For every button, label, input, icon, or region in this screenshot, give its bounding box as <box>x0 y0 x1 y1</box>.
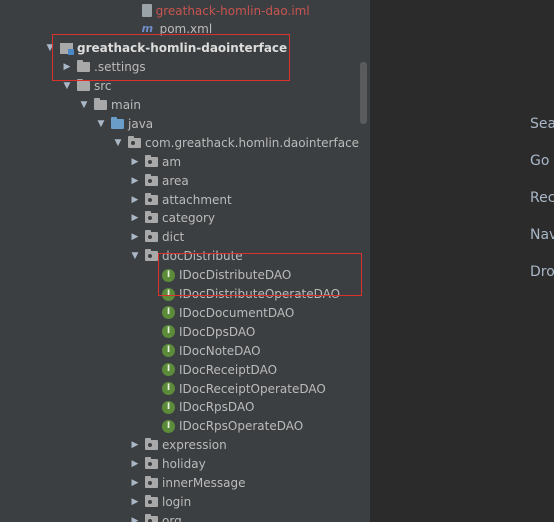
package-icon <box>145 192 158 205</box>
interface-icon: I <box>162 306 175 320</box>
collapse-arrow-icon[interactable]: ▶ <box>129 175 141 187</box>
editor-hint-item: Dro <box>530 264 554 280</box>
collapse-arrow-icon[interactable]: ▶ <box>129 156 141 168</box>
tree-row[interactable]: ▶ category <box>0 209 370 228</box>
tree-row-label: main <box>111 98 141 112</box>
highlight-box-module <box>52 34 290 81</box>
tree-row-label: dict <box>162 230 185 245</box>
tree-row-label: org <box>162 513 182 522</box>
tree-row[interactable]: I IDocDocumentDAO <box>0 303 370 322</box>
tree-row[interactable]: I IDocRpsDAO <box>0 398 370 417</box>
expand-arrow-icon[interactable]: ▼ <box>78 99 90 111</box>
package-icon <box>145 249 158 262</box>
tree-row-label: IDocRpsOperateDAO <box>179 419 304 434</box>
tree-scrollbar[interactable] <box>360 62 367 124</box>
expand-arrow-icon[interactable]: ▼ <box>112 137 124 149</box>
tree-row-label: innerMessage <box>162 476 246 490</box>
tree-row[interactable]: ▶ expression <box>0 436 370 455</box>
tree-row[interactable]: ▼ main <box>0 96 370 115</box>
interface-icon: I <box>162 400 175 414</box>
tree-row-label: expression <box>162 438 227 453</box>
tree-row[interactable]: ▶ org <box>0 511 370 522</box>
tree-row[interactable]: I IDocRpsOperateDAO <box>0 417 370 436</box>
tree-row[interactable]: ▶ area <box>0 171 370 190</box>
package-icon <box>145 494 158 507</box>
tree-row[interactable]: ▼ com.greathack.homlin.daointerface <box>0 133 370 152</box>
tree-row[interactable]: ▶ login <box>0 492 370 511</box>
package-icon <box>145 476 158 488</box>
tree-row[interactable]: I IDocReceiptOperateDAO <box>0 379 370 398</box>
tree-row-label: IDocReceiptOperateDAO <box>179 381 326 396</box>
collapse-arrow-icon[interactable]: ▶ <box>129 496 141 508</box>
package-icon <box>145 173 158 186</box>
package-icon <box>145 154 158 167</box>
tree-row[interactable]: I IDocNoteDAO <box>0 341 370 360</box>
highlight-box-docdistribute <box>158 253 362 296</box>
interface-icon: I <box>162 382 175 395</box>
interface-icon: I <box>162 325 175 339</box>
tree-row-label: IDocReceiptDAO <box>179 362 278 377</box>
tree-row-label: src <box>94 79 112 94</box>
collapse-arrow-icon[interactable]: ▶ <box>129 231 141 243</box>
collapse-arrow-icon[interactable]: ▶ <box>129 458 141 470</box>
tree-row-label: java <box>128 116 154 131</box>
tree-row[interactable]: ▼ java <box>0 114 370 133</box>
expand-arrow-icon[interactable]: ▼ <box>61 80 73 92</box>
interface-icon: I <box>162 419 175 433</box>
tree-row-label: area <box>162 173 189 188</box>
package-icon <box>145 211 158 224</box>
tree-row[interactable]: ▶ innerMessage <box>0 474 370 493</box>
tree-row[interactable]: I IDocReceiptDAO <box>0 360 370 379</box>
editor-hint-item: Nav <box>530 227 554 243</box>
tree-row-label: holiday <box>162 457 206 472</box>
tree-row[interactable]: ▶ holiday <box>0 455 370 474</box>
collapse-arrow-icon[interactable]: ▶ <box>129 515 141 522</box>
tree-row[interactable]: ▶ dict <box>0 228 370 247</box>
collapse-arrow-icon[interactable]: ▶ <box>129 212 141 224</box>
tree-row-label: attachment <box>162 192 232 207</box>
folder-icon <box>94 98 107 110</box>
editor-panel: Sea Go Rec Nav Dro <box>370 0 554 522</box>
tree-row[interactable]: ▶ attachment <box>0 190 370 209</box>
package-icon <box>145 513 158 522</box>
editor-hint-item: Sea <box>530 116 554 132</box>
tree-row-label: am <box>162 154 182 169</box>
tree-row-label: IDocNoteDAO <box>179 343 261 358</box>
tree-row-label: greathack-homlin-dao.iml <box>155 3 310 18</box>
collapse-arrow-icon[interactable]: ▶ <box>129 477 141 489</box>
expand-arrow-icon[interactable]: ▼ <box>95 118 107 130</box>
editor-hint-item: Rec <box>530 190 554 206</box>
interface-icon: I <box>162 344 175 358</box>
tree-row[interactable]: I IDocDpsDAO <box>0 322 370 341</box>
expand-arrow-icon[interactable]: ▼ <box>129 250 141 262</box>
iml-file-icon <box>141 4 152 17</box>
editor-hint-item: Go <box>530 153 550 169</box>
collapse-arrow-icon[interactable]: ▶ <box>129 439 141 451</box>
tree-row-label: com.greathack.homlin.daointerface <box>145 135 360 150</box>
collapse-arrow-icon[interactable]: ▶ <box>129 194 141 206</box>
tree-row-label: IDocDocumentDAO <box>179 305 295 320</box>
folder-icon <box>77 79 90 92</box>
tree-row-label: IDocRpsDAO <box>179 400 255 415</box>
tree-row[interactable]: ▶ am <box>0 152 370 171</box>
tree-row-label: IDocDpsDAO <box>179 324 256 339</box>
source-folder-icon <box>111 116 124 129</box>
package-icon <box>128 135 141 148</box>
tree-row-label: category <box>162 211 216 226</box>
tree-row[interactable]: greathack-homlin-dao.iml <box>0 1 370 20</box>
package-icon <box>145 438 158 451</box>
interface-icon: I <box>162 363 175 377</box>
package-icon <box>145 457 158 470</box>
package-icon <box>145 230 158 243</box>
tree-row-label: login <box>162 494 192 509</box>
